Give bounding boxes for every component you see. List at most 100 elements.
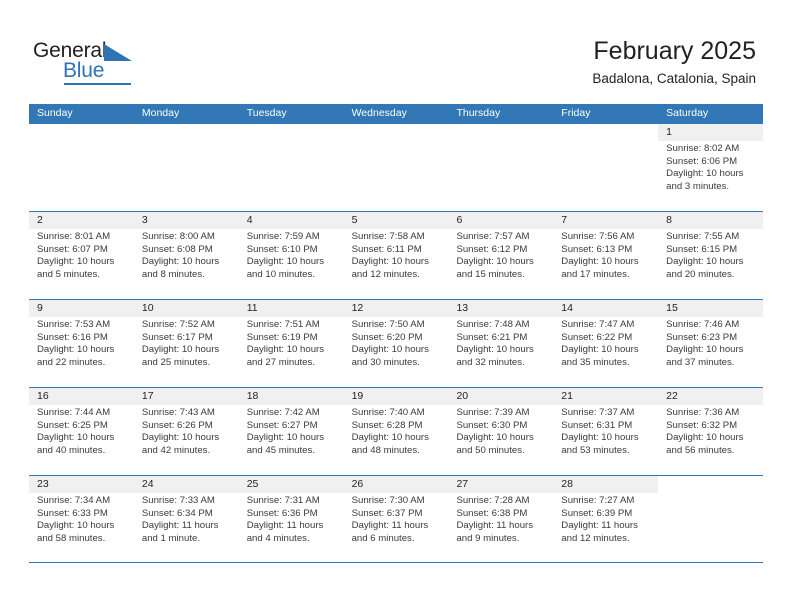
calendar-day-cell[interactable]: 21 Sunrise: 7:37 AM Sunset: 6:31 PM Dayligh… bbox=[553, 388, 659, 475]
daylight-text-line1: Daylight: 10 hours bbox=[456, 256, 534, 268]
calendar-day-cell[interactable]: 10 Sunrise: 7:52 AM Sunset: 6:17 PM Dayligh… bbox=[133, 300, 239, 387]
logo-underline bbox=[64, 83, 131, 85]
calendar-day-cell[interactable]: 25 Sunrise: 7:31 AM Sunset: 6:36 PM Dayligh… bbox=[238, 476, 344, 562]
day-sun-info: Sunrise: 7:27 AM Sunset: 6:39 PM Daylight:… bbox=[553, 493, 658, 545]
sunset-text: Sunset: 6:36 PM bbox=[246, 507, 318, 519]
calendar-day-cell[interactable]: 14 Sunrise: 7:47 AM Sunset: 6:22 PM Dayligh… bbox=[553, 300, 659, 387]
sunrise-text: Sunrise: 7:39 AM bbox=[456, 407, 530, 418]
daylight-text-line2: and 10 minutes. bbox=[246, 268, 315, 280]
daylight-text-line2: and 40 minutes. bbox=[37, 444, 106, 456]
day-number: 8 bbox=[658, 212, 764, 229]
daylight-text-line1: Daylight: 10 hours bbox=[37, 256, 115, 268]
day-sun-info: Sunrise: 7:55 AM Sunset: 6:15 PM Daylight:… bbox=[658, 229, 763, 281]
calendar-day-cell-empty bbox=[29, 124, 134, 211]
calendar-day-cell[interactable]: 8 Sunrise: 7:55 AM Sunset: 6:15 PM Daylight… bbox=[658, 212, 764, 299]
day-number: 1 bbox=[658, 124, 764, 141]
calendar-day-cell[interactable]: 27 Sunrise: 7:28 AM Sunset: 6:38 PM Dayligh… bbox=[448, 476, 554, 562]
calendar-day-cell[interactable]: 11 Sunrise: 7:51 AM Sunset: 6:19 PM Dayligh… bbox=[238, 300, 344, 387]
calendar-day-cell[interactable]: 24 Sunrise: 7:33 AM Sunset: 6:34 PM Dayligh… bbox=[133, 476, 239, 562]
sunrise-text: Sunrise: 7:42 AM bbox=[246, 407, 320, 418]
calendar-weeks: 1 Sunrise: 8:02 AM Sunset: 6:06 PM Daylight… bbox=[29, 123, 764, 563]
sunset-text: Sunset: 6:19 PM bbox=[246, 331, 318, 343]
calendar-day-cell[interactable]: 16 Sunrise: 7:44 AM Sunset: 6:25 PM Dayligh… bbox=[29, 388, 134, 475]
sunrise-text: Sunrise: 7:36 AM bbox=[666, 407, 740, 418]
day-number: 18 bbox=[238, 388, 344, 405]
day-sun-info: Sunrise: 7:44 AM Sunset: 6:25 PM Daylight:… bbox=[29, 405, 134, 457]
daylight-text-line1: Daylight: 10 hours bbox=[141, 344, 220, 356]
sunset-text: Sunset: 6:37 PM bbox=[351, 507, 423, 519]
daylight-text-line2: and 9 minutes. bbox=[456, 532, 520, 544]
sunrise-text: Sunrise: 7:48 AM bbox=[456, 319, 530, 330]
daylight-text-line1: Daylight: 11 hours bbox=[456, 520, 534, 532]
daylight-text-line2: and 22 minutes. bbox=[37, 356, 106, 368]
day-number: 20 bbox=[448, 388, 554, 405]
day-sun-info: Sunrise: 7:42 AM Sunset: 6:27 PM Daylight:… bbox=[239, 405, 344, 457]
day-number: 2 bbox=[29, 212, 134, 229]
daylight-text-line1: Daylight: 10 hours bbox=[246, 432, 325, 444]
day-sun-info: Sunrise: 7:33 AM Sunset: 6:34 PM Daylight:… bbox=[134, 493, 239, 545]
calendar-day-cell[interactable]: 28 Sunrise: 7:27 AM Sunset: 6:39 PM Dayligh… bbox=[553, 476, 659, 562]
sunset-text: Sunset: 6:22 PM bbox=[561, 331, 633, 343]
day-number: 22 bbox=[658, 388, 764, 405]
daylight-text-line1: Daylight: 10 hours bbox=[37, 344, 115, 356]
daylight-text-line1: Daylight: 10 hours bbox=[666, 168, 744, 180]
day-sun-info: Sunrise: 7:59 AM Sunset: 6:10 PM Daylight:… bbox=[239, 229, 344, 281]
day-number: 6 bbox=[448, 212, 554, 229]
calendar-day-cell[interactable]: 4 Sunrise: 7:59 AM Sunset: 6:10 PM Daylight… bbox=[238, 212, 344, 299]
calendar-week-row: 1 Sunrise: 8:02 AM Sunset: 6:06 PM Daylight… bbox=[29, 123, 764, 211]
calendar-day-cell[interactable]: 2 Sunrise: 8:01 AM Sunset: 6:07 PM Daylight… bbox=[29, 212, 134, 299]
calendar-day-cell[interactable]: 13 Sunrise: 7:48 AM Sunset: 6:21 PM Dayligh… bbox=[448, 300, 554, 387]
calendar-day-cell[interactable]: 18 Sunrise: 7:42 AM Sunset: 6:27 PM Dayligh… bbox=[238, 388, 344, 475]
sunrise-text: Sunrise: 7:56 AM bbox=[561, 231, 635, 242]
dow-thursday: Thursday bbox=[456, 107, 501, 119]
calendar-day-cell[interactable]: 15 Sunrise: 7:46 AM Sunset: 6:23 PM Dayligh… bbox=[658, 300, 764, 387]
sunset-text: Sunset: 6:33 PM bbox=[37, 507, 108, 519]
calendar-day-cell[interactable]: 22 Sunrise: 7:36 AM Sunset: 6:32 PM Dayligh… bbox=[658, 388, 764, 475]
calendar-day-cell[interactable]: 23 Sunrise: 7:34 AM Sunset: 6:33 PM Dayligh… bbox=[29, 476, 134, 562]
calendar-day-cell-empty bbox=[553, 124, 659, 211]
calendar-week-row: 9 Sunrise: 7:53 AM Sunset: 6:16 PM Daylight… bbox=[29, 299, 764, 387]
calendar-day-cell[interactable]: 17 Sunrise: 7:43 AM Sunset: 6:26 PM Dayligh… bbox=[133, 388, 239, 475]
sunrise-text: Sunrise: 7:58 AM bbox=[351, 231, 425, 242]
daylight-text-line1: Daylight: 10 hours bbox=[561, 256, 639, 268]
day-sun-info: Sunrise: 7:57 AM Sunset: 6:12 PM Daylight:… bbox=[448, 229, 553, 281]
day-number: 5 bbox=[343, 212, 449, 229]
calendar-day-cell[interactable]: 19 Sunrise: 7:40 AM Sunset: 6:28 PM Dayligh… bbox=[343, 388, 449, 475]
sunrise-text: Sunrise: 7:33 AM bbox=[141, 495, 215, 506]
daylight-text-line2: and 27 minutes. bbox=[246, 356, 315, 368]
daylight-text-line1: Daylight: 10 hours bbox=[37, 520, 115, 532]
daylight-text-line1: Daylight: 11 hours bbox=[561, 520, 638, 532]
calendar-day-cell[interactable]: 7 Sunrise: 7:56 AM Sunset: 6:13 PM Daylight… bbox=[553, 212, 659, 299]
calendar-day-cell-empty bbox=[238, 124, 344, 211]
calendar-day-cell-empty bbox=[133, 124, 239, 211]
day-sun-info: Sunrise: 7:37 AM Sunset: 6:31 PM Daylight:… bbox=[553, 405, 658, 457]
sunset-text: Sunset: 6:23 PM bbox=[666, 331, 738, 343]
calendar-day-cell[interactable]: 12 Sunrise: 7:50 AM Sunset: 6:20 PM Dayligh… bbox=[343, 300, 449, 387]
day-number: 10 bbox=[133, 300, 239, 317]
calendar-day-cell-empty bbox=[658, 476, 764, 562]
sunrise-text: Sunrise: 7:55 AM bbox=[666, 231, 740, 242]
sunset-text: Sunset: 6:31 PM bbox=[561, 419, 633, 431]
day-sun-info: Sunrise: 7:28 AM Sunset: 6:38 PM Daylight:… bbox=[448, 493, 553, 545]
day-number bbox=[553, 124, 658, 141]
title-block: February 2025 Badalona, Catalonia, Spain bbox=[592, 36, 756, 89]
day-number: 27 bbox=[448, 476, 554, 493]
sunrise-text: Sunrise: 7:44 AM bbox=[37, 407, 111, 418]
daylight-text-line2: and 35 minutes. bbox=[561, 356, 630, 368]
calendar-day-cell[interactable]: 1 Sunrise: 8:02 AM Sunset: 6:06 PM Daylight… bbox=[658, 124, 764, 211]
calendar-day-cell[interactable]: 3 Sunrise: 8:00 AM Sunset: 6:08 PM Daylight… bbox=[133, 212, 239, 299]
day-sun-info: Sunrise: 7:48 AM Sunset: 6:21 PM Daylight:… bbox=[448, 317, 553, 369]
day-sun-info: Sunrise: 7:43 AM Sunset: 6:26 PM Daylight:… bbox=[134, 405, 239, 457]
sunrise-text: Sunrise: 7:59 AM bbox=[246, 231, 320, 242]
calendar-day-cell[interactable]: 5 Sunrise: 7:58 AM Sunset: 6:11 PM Daylight… bbox=[343, 212, 449, 299]
day-number: 7 bbox=[553, 212, 659, 229]
calendar-day-cell[interactable]: 20 Sunrise: 7:39 AM Sunset: 6:30 PM Dayligh… bbox=[448, 388, 554, 475]
dow-sunday: Sunday bbox=[37, 107, 73, 119]
sunset-text: Sunset: 6:30 PM bbox=[456, 419, 528, 431]
calendar-day-cell[interactable]: 6 Sunrise: 7:57 AM Sunset: 6:12 PM Daylight… bbox=[448, 212, 554, 299]
calendar-day-cell[interactable]: 26 Sunrise: 7:30 AM Sunset: 6:37 PM Dayligh… bbox=[343, 476, 449, 562]
daylight-text-line2: and 37 minutes. bbox=[666, 356, 735, 368]
calendar-day-cell[interactable]: 9 Sunrise: 7:53 AM Sunset: 6:16 PM Daylight… bbox=[29, 300, 134, 387]
daylight-text-line2: and 25 minutes. bbox=[141, 356, 211, 368]
day-of-week-header: Sunday Monday Tuesday Wednesday Thursday… bbox=[29, 104, 763, 123]
